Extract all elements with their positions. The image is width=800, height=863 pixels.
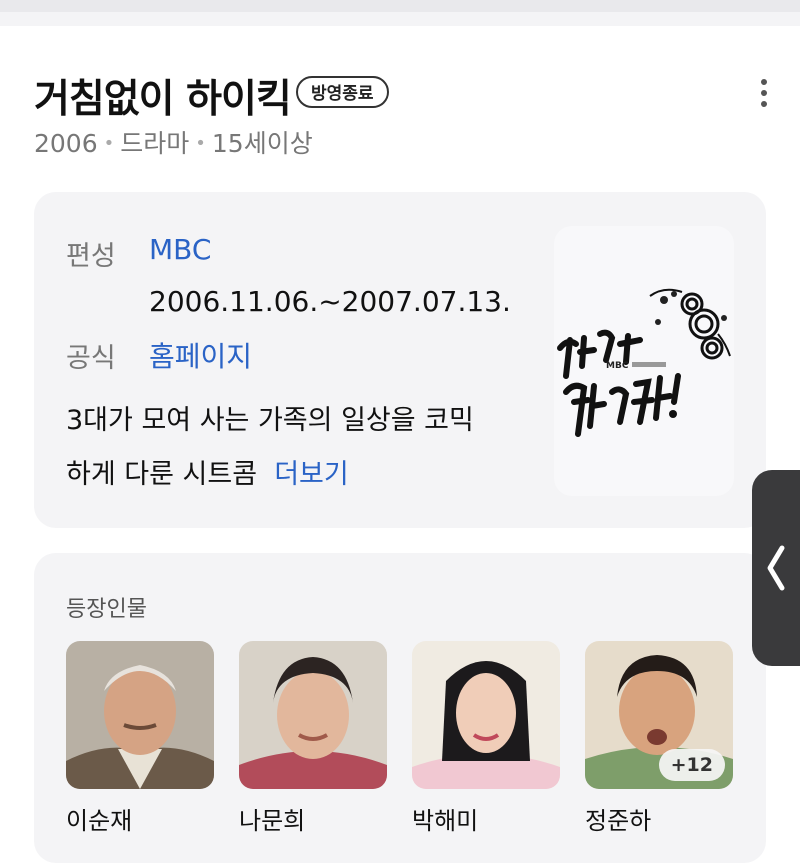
meta-genre: 드라마 [120,129,190,158]
more-characters-count[interactable]: +12 [658,749,725,781]
character-name: 이순재 [66,807,133,835]
show-poster-logo: MBC [557,288,731,437]
character-photo [239,641,387,789]
chevron-left-icon [767,545,785,591]
characters-title: 등장인물 [66,597,147,622]
character-item[interactable]: 나문희 [239,641,389,835]
more-vertical-icon[interactable] [752,78,776,108]
character-name: 정준하 [585,807,652,835]
character-item[interactable]: 이순재 [66,641,216,835]
status-badge: 방영종료 [296,76,389,108]
show-meta: 2006 • 드라마 • 15세이상 [34,129,313,158]
character-photo [66,641,214,789]
character-name: 나문희 [239,807,306,835]
show-title: 거침없이 하이킥 [34,77,292,122]
info-card: 편성 MBC 2006.11.06.~2007.07.13. 공식 홈페이지 3… [34,192,766,528]
character-item[interactable]: 박해미 [412,641,562,835]
description-line2: 하게 다룬 시트콤 [66,459,258,490]
official-label: 공식 [66,343,116,374]
homepage-link[interactable]: 홈페이지 [149,335,252,375]
poster-mbc-mark: MBC [606,361,629,371]
top-bar [0,0,800,26]
broadcast-label: 편성 [66,241,116,272]
broadcaster-link[interactable]: MBC [149,233,211,266]
character-photo [412,641,560,789]
show-poster[interactable]: MBC [554,226,734,496]
character-item[interactable]: +12 정준하 [585,641,735,835]
airing-dates: 2006.11.06.~2007.07.13. [149,285,511,318]
description-line1: 3대가 모여 사는 가족의 일상을 코믹 [66,405,474,436]
side-panel-tab[interactable] [752,470,800,666]
characters-card: 등장인물 이순재 나문희 박해미 +12 정준하 [34,553,766,863]
meta-year: 2006 [34,129,98,158]
meta-rating: 15세이상 [211,129,313,158]
more-link[interactable]: 더보기 [274,459,349,490]
character-name: 박해미 [412,807,479,835]
description: 3대가 모여 사는 가족의 일상을 코믹 하게 다룬 시트콤 더보기 [66,394,536,502]
character-photo: +12 [585,641,733,789]
